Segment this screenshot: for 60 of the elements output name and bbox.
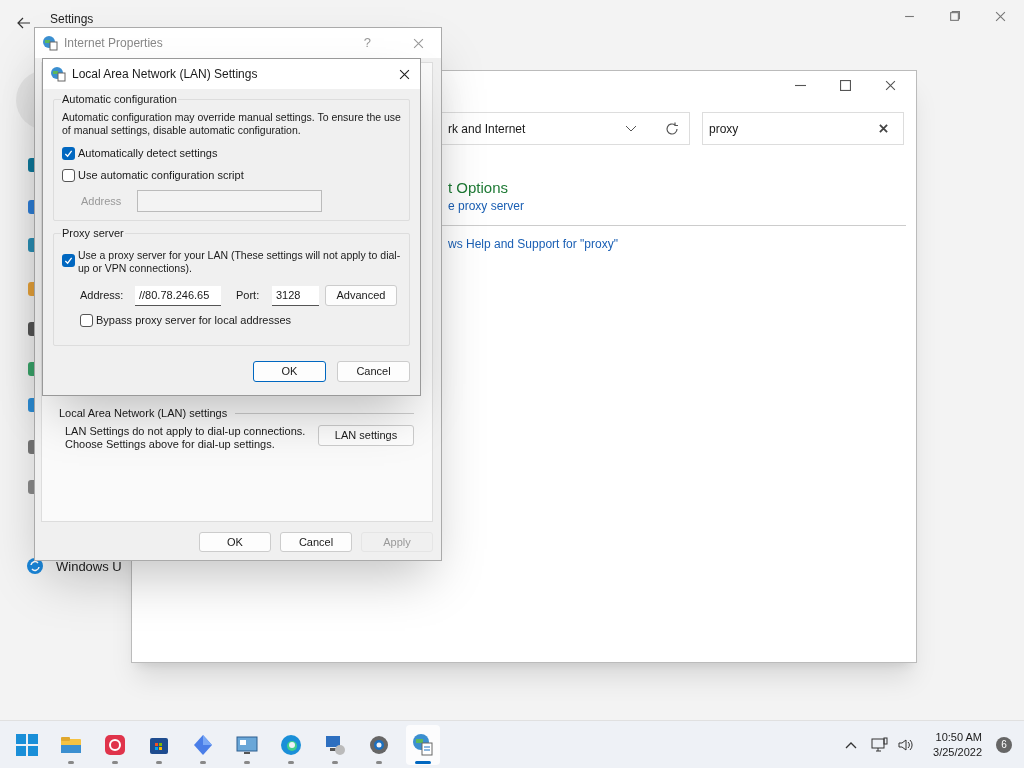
nav-icon[interactable] <box>28 200 34 214</box>
nav-item[interactable]: Windows U <box>56 558 122 575</box>
checkbox[interactable] <box>62 254 75 267</box>
address-text: rk and Internet <box>448 120 527 138</box>
network-icon[interactable] <box>871 736 890 753</box>
group-title: Automatic configuration <box>61 92 178 106</box>
maximize-icon[interactable] <box>949 11 960 22</box>
date-text: 3/25/2022 <box>933 744 982 760</box>
field-label: Port: <box>236 288 261 304</box>
dialog-button[interactable]: OK <box>199 532 271 552</box>
back-arrow-icon[interactable] <box>17 17 31 29</box>
result-link[interactable]: e proxy server <box>448 197 525 215</box>
chevron-up-icon[interactable] <box>845 740 858 749</box>
dialog-button[interactable]: OK <box>253 360 326 382</box>
group-title: Proxy server <box>61 226 125 240</box>
clock[interactable]: 10:50 AM 3/25/2022 <box>933 729 982 760</box>
description-text: Automatic configuration may override manual settings. To ensure the use of manual settings, disable automatic configuration. <box>62 111 401 137</box>
field-label: Address <box>81 193 122 209</box>
chevron-down-icon[interactable] <box>625 124 637 133</box>
checkbox-label[interactable]: Use automatic configuration script <box>78 166 244 184</box>
globe-icon[interactable] <box>406 724 440 765</box>
dialog-button[interactable]: Cancel <box>280 532 352 552</box>
globe-icon <box>50 66 66 82</box>
globe-icon <box>42 35 58 51</box>
result-title[interactable]: t Options <box>448 177 509 200</box>
group-title: Local Area Network (LAN) settings <box>59 406 228 421</box>
notification-badge[interactable]: 6 <box>996 736 1012 753</box>
maximize-icon[interactable] <box>840 80 851 91</box>
checkbox[interactable] <box>62 146 75 160</box>
advanced-button[interactable]: Advanced <box>325 285 397 306</box>
window-title: Settings <box>50 12 94 26</box>
nav-icon[interactable] <box>28 238 34 252</box>
checkbox[interactable] <box>80 313 93 327</box>
window-title: Local Area Network (LAN) Settings <box>72 66 259 83</box>
time-text: 10:50 AM <box>935 729 982 745</box>
checkbox[interactable] <box>62 168 75 182</box>
checkbox-label[interactable]: Automatically detect settings <box>78 144 218 162</box>
port-field[interactable]: 3128 <box>272 285 319 306</box>
checkbox-label[interactable]: Use a proxy server for your LAN (These settings will not apply to dial-up or VPN connections). <box>78 249 401 275</box>
clear-icon[interactable] <box>879 124 888 133</box>
window-title: Internet Properties <box>64 35 164 52</box>
volume-icon[interactable] <box>897 736 916 753</box>
help-link[interactable]: ws Help and Support for "proxy" <box>448 235 618 253</box>
search-text: proxy <box>709 120 740 138</box>
address-field[interactable]: //80.78.246.65 <box>135 285 221 306</box>
nav-icon[interactable] <box>28 158 34 172</box>
description-text: LAN Settings do not apply to dial-up connections. Choose Settings above for dial-up settings. <box>65 425 306 451</box>
close-icon[interactable] <box>885 80 896 91</box>
nav-icon[interactable] <box>28 322 34 336</box>
nav-icon[interactable] <box>28 480 34 494</box>
checkbox-label[interactable]: Bypass proxy server for local addresses <box>96 312 292 329</box>
lan-settings-button[interactable]: LAN settings <box>318 425 414 446</box>
refresh-icon[interactable] <box>665 121 679 136</box>
search-field[interactable]: proxy <box>702 112 904 145</box>
address-field[interactable] <box>137 190 323 212</box>
dialog-button[interactable]: Cancel <box>337 360 410 382</box>
field-label: Address: <box>80 288 125 304</box>
nav-icon[interactable] <box>28 398 34 412</box>
close-icon[interactable] <box>399 68 410 80</box>
nav-icon[interactable] <box>28 440 34 454</box>
